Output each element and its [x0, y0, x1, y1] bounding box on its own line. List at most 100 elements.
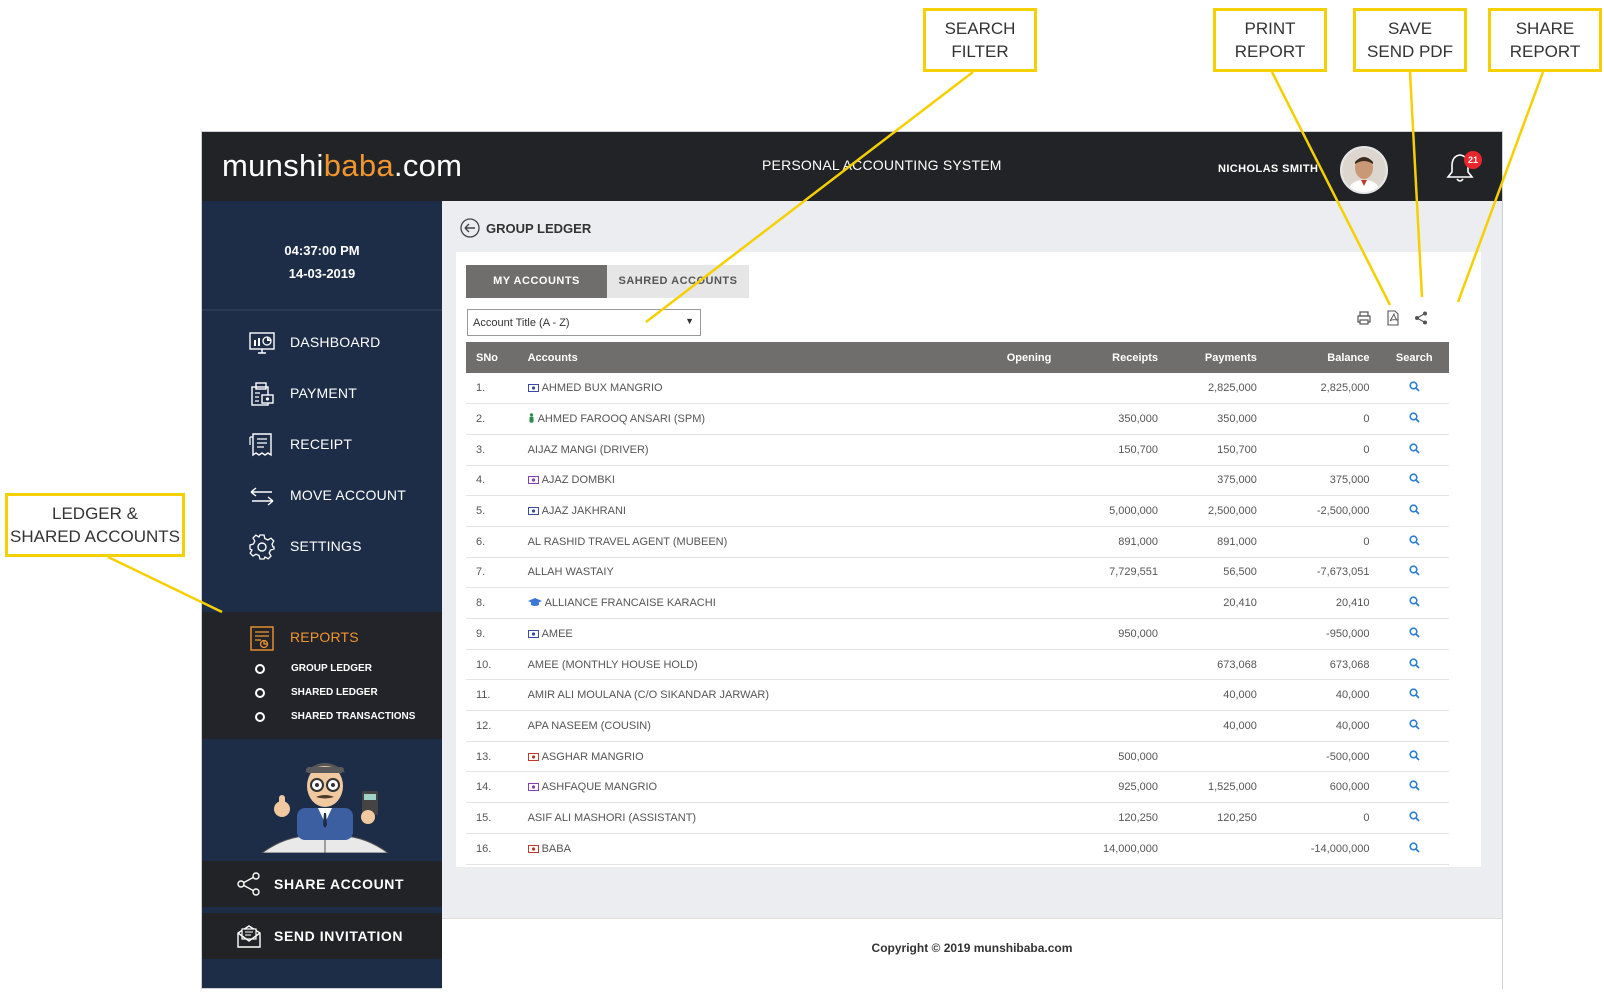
table-row[interactable]: 16. BABA 14,000,000 -14,000,000: [466, 833, 1449, 864]
account-cash-icon: [527, 474, 542, 486]
table-row[interactable]: 1. AHMED BUX MANGRIO 2,825,000 2,825,000: [466, 373, 1449, 404]
sidebar-item-payment[interactable]: PAYMENT: [202, 368, 442, 418]
cell-account[interactable]: APA NASEEM (COUSIN): [518, 711, 963, 742]
search-icon[interactable]: [1409, 842, 1420, 853]
search-icon[interactable]: [1409, 535, 1420, 546]
tab-my-accounts[interactable]: MY ACCOUNTS: [466, 265, 607, 298]
sidebar-item-move-account[interactable]: MOVE ACCOUNT: [202, 470, 442, 520]
search-icon[interactable]: [1409, 657, 1420, 669]
column-header-accounts[interactable]: Accounts: [518, 342, 963, 373]
sort-select[interactable]: Account Title (A - Z) ▼: [467, 309, 701, 336]
cell-receipts: 500,000: [1118, 750, 1159, 763]
send-invitation-button[interactable]: SEND INVITATION: [202, 913, 442, 959]
cell-balance: 600,000: [1329, 781, 1370, 794]
cell-balance: 40,000: [1335, 689, 1370, 702]
cell-account[interactable]: AJAZ JAKHRANI: [518, 496, 963, 527]
search-icon[interactable]: [1409, 749, 1420, 761]
column-header-balance[interactable]: Balance: [1267, 342, 1380, 373]
sidebar-item-label: PAYMENT: [290, 385, 357, 401]
search-icon[interactable]: [1409, 596, 1420, 607]
logo[interactable]: munshibaba.com: [222, 148, 462, 184]
cell-payments: 56,500: [1223, 566, 1257, 579]
sidebar-subitem-group-ledger[interactable]: GROUP LEDGER: [202, 660, 442, 680]
table-row[interactable]: 7. ALLAH WASTAIY 7,729,551 56,500 -7,673,051: [466, 557, 1449, 588]
cell-opening: [963, 711, 1062, 742]
search-icon[interactable]: [1409, 811, 1420, 822]
user-name[interactable]: NICHOLAS SMITH: [1218, 163, 1318, 175]
table-row[interactable]: 14. ASHFAQUE MANGRIO 925,000 1,525,000 600,0…: [466, 772, 1449, 803]
table-row[interactable]: 13. ASGHAR MANGRIO 500,000 -500,000: [466, 741, 1449, 772]
cell-account[interactable]: AMEE (MONTHLY HOUSE HOLD): [518, 649, 963, 680]
sidebar-subitem-shared-transactions[interactable]: SHARED TRANSACTIONS: [202, 708, 442, 728]
cell-balance: -14,000,000: [1310, 842, 1370, 855]
cell-account[interactable]: BABA: [518, 833, 963, 864]
search-icon[interactable]: [1409, 627, 1420, 638]
cell-account[interactable]: AMIR ALI MOULANA (C/O SIKANDAR JARWAR): [518, 680, 963, 711]
table-row[interactable]: 2. AHMED FAROOQ ANSARI (SPM) 350,000 350,00…: [466, 404, 1449, 435]
column-header-opening[interactable]: Opening: [963, 342, 1062, 373]
cell-account[interactable]: AIJAZ MANGI (DRIVER): [518, 434, 963, 465]
column-header-receipts[interactable]: Receipts: [1061, 342, 1168, 373]
back-arrow-icon[interactable]: [460, 218, 480, 238]
account-name: AMEE (MONTHLY HOUSE HOLD): [527, 658, 698, 671]
cell-account[interactable]: AJAZ DOMBKI: [518, 465, 963, 496]
share-icon: [237, 872, 260, 896]
share-report-icon[interactable]: [1413, 310, 1429, 326]
table-row[interactable]: 10. AMEE (MONTHLY HOUSE HOLD) 673,068 673,0…: [466, 649, 1449, 680]
cell-balance: 0: [1363, 443, 1370, 456]
table-row[interactable]: 6. AL RASHID TRAVEL AGENT (MUBEEN) 891,000…: [466, 526, 1449, 558]
cell-sno: 9.: [476, 627, 486, 640]
print-icon[interactable]: [1356, 310, 1372, 326]
bullet-icon: [255, 664, 265, 674]
search-icon[interactable]: [1409, 443, 1420, 454]
account-name: AHMED BUX MANGRIO: [541, 382, 663, 395]
search-icon[interactable]: [1409, 719, 1420, 730]
sidebar-subitem-shared-ledger[interactable]: SHARED LEDGER: [202, 684, 442, 704]
cell-account[interactable]: ASHFAQUE MANGRIO: [518, 772, 963, 803]
table-row[interactable]: 5. AJAZ JAKHRANI 5,000,000 2,500,000 -2,500,…: [466, 496, 1449, 527]
cell-account[interactable]: ASGHAR MANGRIO: [518, 741, 963, 772]
search-icon[interactable]: [1409, 381, 1420, 392]
search-icon[interactable]: [1409, 473, 1420, 485]
account-name: AJAZ DOMBKI: [541, 474, 615, 487]
table-row[interactable]: 15. ASIF ALI MASHORI (ASSISTANT) 120,250 12…: [466, 803, 1449, 834]
search-icon[interactable]: [1409, 688, 1420, 699]
cell-payments: 150,700: [1217, 443, 1257, 456]
account-cash-icon: [527, 781, 542, 793]
cell-payments: 2,825,000: [1207, 382, 1257, 395]
sidebar-item-dashboard[interactable]: DASHBOARD: [202, 317, 442, 367]
tab-shared-accounts[interactable]: SAHRED ACCOUNTS: [607, 265, 749, 298]
cell-account[interactable]: AHMED BUX MANGRIO: [518, 373, 963, 404]
cell-account[interactable]: ALLIANCE FRANCAISE KARACHI: [518, 588, 963, 619]
notification-badge[interactable]: 21: [1464, 151, 1482, 169]
sidebar-item-receipt[interactable]: RECEIPT: [202, 419, 442, 469]
table-row[interactable]: 12. APA NASEEM (COUSIN) 40,000 40,000: [466, 711, 1449, 742]
search-icon[interactable]: [1409, 565, 1420, 577]
sidebar-item-reports[interactable]: REPORTS: [202, 612, 442, 662]
avatar[interactable]: [1340, 146, 1388, 194]
account-cash-icon: [527, 382, 542, 394]
sidebar-item-settings[interactable]: SETTINGS: [202, 521, 442, 571]
table-row[interactable]: 3. AIJAZ MANGI (DRIVER) 150,700 150,700 0: [466, 434, 1449, 466]
column-header-sno[interactable]: SNo: [466, 342, 518, 373]
search-icon[interactable]: [1409, 504, 1420, 515]
table-row[interactable]: 8. ALLIANCE FRANCAISE KARACHI 20,410 20,410: [466, 588, 1449, 619]
column-header-payments[interactable]: Payments: [1168, 342, 1267, 373]
table-row[interactable]: 9. AMEE 950,000 -950,000: [466, 619, 1449, 650]
cell-opening: [963, 434, 1062, 465]
table-row[interactable]: 4. AJAZ DOMBKI 375,000 375,000: [466, 465, 1449, 496]
search-icon[interactable]: [1409, 412, 1420, 423]
cell-account[interactable]: AHMED FAROOQ ANSARI (SPM): [518, 404, 963, 435]
share-account-label: SHARE ACCOUNT: [274, 876, 405, 892]
share-account-button[interactable]: SHARE ACCOUNT: [202, 861, 442, 907]
table-row[interactable]: 11. AMIR ALI MOULANA (C/O SIKANDAR JARWAR…: [466, 680, 1449, 711]
cell-sno: 16.: [476, 842, 492, 855]
cell-account[interactable]: ASIF ALI MASHORI (ASSISTANT): [518, 803, 963, 834]
search-icon[interactable]: [1409, 780, 1420, 791]
cell-search: [1379, 526, 1449, 557]
cell-account[interactable]: AMEE: [518, 619, 963, 650]
pdf-icon[interactable]: [1385, 310, 1401, 326]
cell-account[interactable]: AL RASHID TRAVEL AGENT (MUBEEN): [518, 526, 963, 557]
cell-account[interactable]: ALLAH WASTAIY: [518, 557, 963, 588]
cell-opening: [963, 588, 1062, 619]
